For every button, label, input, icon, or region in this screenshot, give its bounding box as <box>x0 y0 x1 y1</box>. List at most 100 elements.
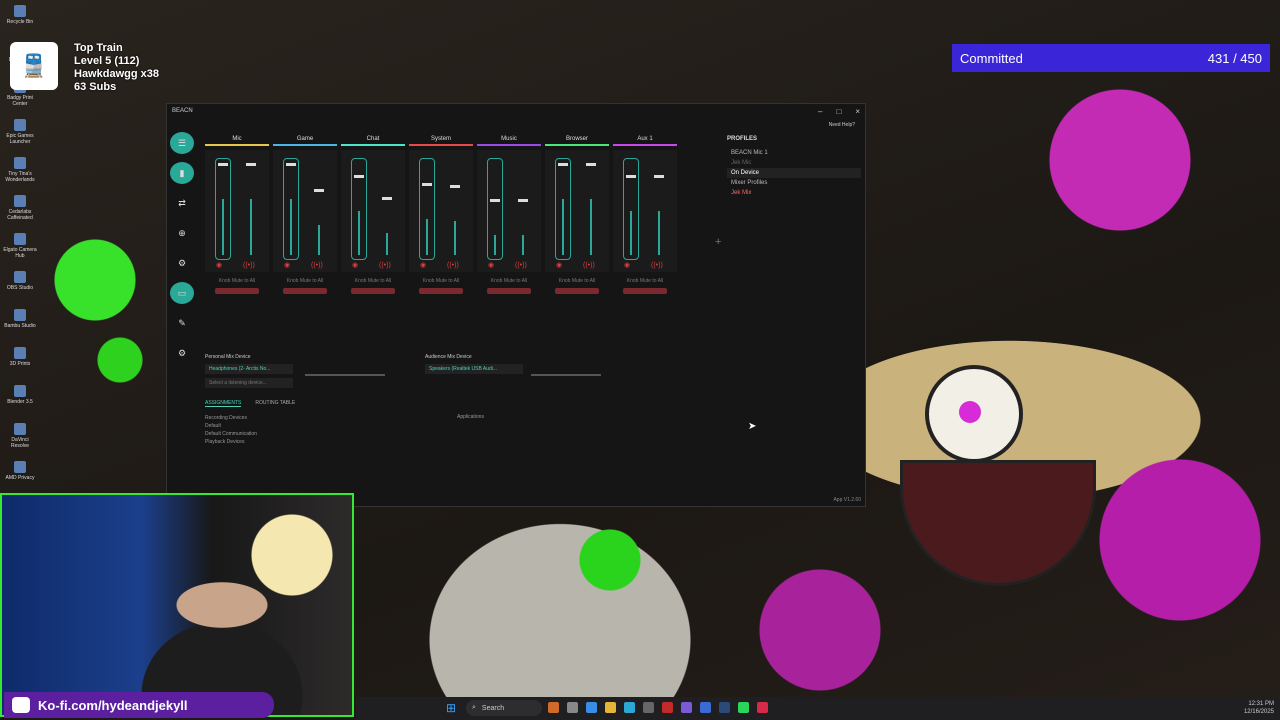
beacn-icon[interactable] <box>757 702 768 713</box>
personal-fader[interactable] <box>351 158 367 260</box>
personal-fader[interactable] <box>215 158 231 260</box>
mute-to-audience-button[interactable] <box>351 288 395 294</box>
steam-icon[interactable] <box>719 702 730 713</box>
personal-fader[interactable] <box>419 158 435 260</box>
profile-item-jek-mic[interactable]: Jek Mic <box>727 158 861 168</box>
mute-to-audience-button[interactable] <box>487 288 531 294</box>
desktop-icon[interactable]: OBS Studio <box>2 268 38 306</box>
app-icon-2[interactable] <box>567 702 578 713</box>
knob-mute-control[interactable]: Knob Mute to All <box>545 278 609 294</box>
taskbar-search[interactable]: ⌕ Search <box>466 700 542 716</box>
audience-volume-slider[interactable] <box>531 374 601 376</box>
stream-mute-icon[interactable]: ((•)) <box>651 262 663 269</box>
fader-knob[interactable] <box>450 185 460 188</box>
personal-mute-icon[interactable]: ◉ <box>488 261 494 269</box>
personal-fader[interactable] <box>623 158 639 260</box>
app-icon-3[interactable] <box>586 702 597 713</box>
mute-to-audience-button[interactable] <box>419 288 463 294</box>
gear-icon[interactable]: ⚙ <box>170 342 194 364</box>
app-icon-7[interactable] <box>738 702 749 713</box>
personal-fader[interactable] <box>555 158 571 260</box>
personal-mute-icon[interactable]: ◉ <box>284 261 290 269</box>
listening-device-select[interactable]: Select a listening device... <box>205 378 293 388</box>
fader-knob[interactable] <box>654 175 664 178</box>
profile-item-on-device[interactable]: On Device <box>727 168 861 178</box>
personal-mix-select[interactable]: Headphones (2- Arctis No... <box>205 364 293 374</box>
knob-mute-control[interactable]: Knob Mute to All <box>273 278 337 294</box>
device-nav-icon[interactable]: ▮ <box>170 162 194 184</box>
fader-knob[interactable] <box>314 189 324 192</box>
mute-to-audience-button[interactable] <box>623 288 667 294</box>
channel-header[interactable]: Aux 1 <box>613 136 677 146</box>
channel-header[interactable]: Browser <box>545 136 609 146</box>
fader-knob[interactable] <box>354 175 364 178</box>
fader-knob[interactable] <box>558 163 568 166</box>
effects-nav-icon[interactable]: ⊕ <box>170 222 194 244</box>
fader-knob[interactable] <box>246 163 256 166</box>
stream-fader[interactable] <box>515 158 531 260</box>
channel-header[interactable]: Music <box>477 136 541 146</box>
desktop-icon[interactable]: AMD Privacy <box>2 458 38 496</box>
maximize-button[interactable]: □ <box>836 107 841 116</box>
fader-knob[interactable] <box>218 163 228 166</box>
routing-nav-icon[interactable]: ⇄ <box>170 192 194 214</box>
add-channel-button[interactable]: + <box>715 236 721 248</box>
app-icon-5[interactable] <box>662 702 673 713</box>
folder-icon[interactable] <box>605 702 616 713</box>
personal-fader[interactable] <box>487 158 503 260</box>
personal-mute-icon[interactable]: ◉ <box>556 261 562 269</box>
taskbar-clock[interactable]: 12:31 PM 12/16/2025 <box>1244 700 1274 716</box>
stream-mute-icon[interactable]: ((•)) <box>379 262 391 269</box>
mute-to-audience-button[interactable] <box>555 288 599 294</box>
fader-knob[interactable] <box>586 163 596 166</box>
channel-header[interactable]: Game <box>273 136 337 146</box>
knob-mute-control[interactable]: Knob Mute to All <box>477 278 541 294</box>
stream-fader[interactable] <box>243 158 259 260</box>
personal-mute-icon[interactable]: ◉ <box>420 261 426 269</box>
need-help-link[interactable]: Need Help? <box>829 122 855 128</box>
windows-start-icon[interactable]: ⊞ <box>446 701 460 715</box>
settings-nav-icon[interactable]: ⚙ <box>170 252 194 274</box>
stream-mute-icon[interactable]: ((•)) <box>447 262 459 269</box>
stream-mute-icon[interactable]: ((•)) <box>311 262 323 269</box>
fader-knob[interactable] <box>286 163 296 166</box>
personal-fader[interactable] <box>283 158 299 260</box>
edit-nav-icon[interactable]: ✎ <box>170 312 194 334</box>
kofi-link[interactable]: Ko-fi.com/hydeandjekyll <box>38 698 188 713</box>
personal-mute-icon[interactable]: ◉ <box>352 261 358 269</box>
profile-item-jek-mix[interactable]: Jek Mix <box>727 188 861 198</box>
profile-group-mixer[interactable]: Mixer Profiles <box>727 178 861 188</box>
desktop-icon[interactable]: Recycle Bin <box>2 2 38 40</box>
audio-device-nav-icon[interactable]: ▭ <box>170 282 194 304</box>
fader-knob[interactable] <box>518 199 528 202</box>
close-button[interactable]: × <box>855 107 860 116</box>
personal-mute-icon[interactable]: ◉ <box>216 261 222 269</box>
fader-knob[interactable] <box>382 197 392 200</box>
channel-header[interactable]: Mic <box>205 136 269 146</box>
stream-fader[interactable] <box>447 158 463 260</box>
mixer-nav-icon[interactable]: ☰ <box>170 132 194 154</box>
app-icon-1[interactable] <box>548 702 559 713</box>
stream-fader[interactable] <box>311 158 327 260</box>
stream-mute-icon[interactable]: ((•)) <box>515 262 527 269</box>
edge-icon[interactable] <box>624 702 635 713</box>
fader-knob[interactable] <box>490 199 500 202</box>
desktop-icon[interactable]: Elgato Camera Hub <box>2 230 38 268</box>
tab-routing-table[interactable]: ROUTING TABLE <box>255 400 295 407</box>
audience-mix-select[interactable]: Speakers (Realtek USB Audi... <box>425 364 523 374</box>
desktop-icon[interactable]: Cedarlabs Caffeinated <box>2 192 38 230</box>
knob-mute-control[interactable]: Knob Mute to All <box>205 278 269 294</box>
app-icon-6[interactable] <box>700 702 711 713</box>
discord-icon[interactable] <box>681 702 692 713</box>
stream-mute-icon[interactable]: ((•)) <box>243 262 255 269</box>
desktop-icon[interactable]: DaVinci Resolve <box>2 420 38 458</box>
channel-header[interactable]: Chat <box>341 136 405 146</box>
desktop-icon[interactable]: Blender 3.5 <box>2 382 38 420</box>
knob-mute-control[interactable]: Knob Mute to All <box>341 278 405 294</box>
stream-fader[interactable] <box>583 158 599 260</box>
desktop-icon[interactable]: Epic Games Launcher <box>2 116 38 154</box>
minimize-button[interactable]: – <box>818 107 822 116</box>
fader-knob[interactable] <box>422 183 432 186</box>
desktop-icon[interactable]: 3D Prints <box>2 344 38 382</box>
personal-mute-icon[interactable]: ◉ <box>624 261 630 269</box>
